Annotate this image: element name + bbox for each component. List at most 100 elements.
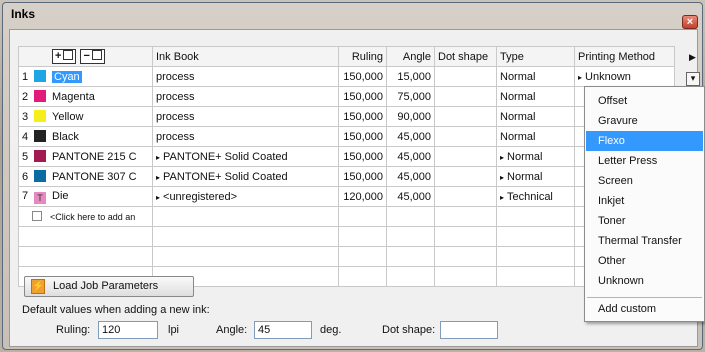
angle-cell[interactable]: 45,000 — [386, 186, 435, 207]
ruling-cell[interactable]: 150,000 — [338, 146, 387, 167]
type-cell[interactable]: Normal — [496, 66, 575, 87]
dot-shape-cell[interactable] — [434, 166, 497, 187]
expand-arrow-icon[interactable]: ▸ — [156, 153, 160, 162]
close-button[interactable]: × — [682, 15, 698, 29]
type-cell[interactable]: ▸ Normal — [496, 146, 575, 167]
table-header-row: + − Ink Book Ruling Angle Dot shape Type… — [18, 46, 675, 67]
ink-row-number: 4 — [22, 131, 29, 143]
column-header-ruling[interactable]: Ruling — [338, 46, 387, 67]
menu-item-add-custom[interactable]: Add custom — [586, 299, 703, 319]
expand-arrow-icon[interactable]: ▸ — [156, 193, 160, 202]
ink-row[interactable]: 3 Yellow process 150,000 90,000 Normal — [18, 106, 675, 127]
expand-arrow-icon[interactable]: ▸ — [578, 73, 582, 82]
ruling-cell[interactable]: 120,000 — [338, 186, 387, 207]
ink-row[interactable]: 2 Magenta process 150,000 75,000 Normal — [18, 86, 675, 107]
ink-name[interactable]: Yellow — [52, 111, 83, 123]
add-ink-button[interactable]: + — [52, 49, 77, 64]
menu-item-gravure[interactable]: Gravure — [586, 111, 703, 131]
dot-shape-cell[interactable] — [434, 146, 497, 167]
column-header-type[interactable]: Type — [496, 46, 575, 67]
expand-arrow-icon[interactable]: ▸ — [500, 173, 504, 182]
ink-name[interactable]: Die — [52, 190, 69, 202]
printing-method-dropdown-button[interactable]: ▾ — [686, 72, 700, 86]
ink-row[interactable]: 1 Cyan process 150,000 15,000 Normal ▸ Unknown — [18, 66, 675, 87]
dot-shape-cell[interactable] — [434, 106, 497, 127]
column-header-printing-method[interactable]: Printing Method — [574, 46, 675, 67]
add-ink-row[interactable]: <Click here to add an — [18, 206, 675, 227]
default-angle-input[interactable]: 45 — [254, 321, 312, 339]
ink-row[interactable]: 7 T Die ▸ <unregistered> 120,000 45,000 ▸ Techni… — [18, 186, 675, 207]
remove-ink-button[interactable]: − — [80, 49, 105, 64]
ink-row[interactable]: 5 PANTONE 215 C ▸ PANTONE+ Solid Coated 150,… — [18, 146, 675, 167]
ink-book-cell[interactable]: process — [152, 126, 339, 147]
expand-arrow-icon[interactable]: ▸ — [156, 173, 160, 182]
ink-name[interactable]: PANTONE 215 C — [52, 151, 137, 163]
angle-cell[interactable]: 45,000 — [386, 126, 435, 147]
inks-table: + − Ink Book Ruling Angle Dot shape Type… — [18, 46, 675, 287]
add-ink-checkbox[interactable] — [32, 210, 42, 221]
menu-item-unknown[interactable]: Unknown — [586, 271, 703, 291]
ink-row[interactable]: 4 Black process 150,000 45,000 Normal — [18, 126, 675, 147]
ink-name[interactable]: Cyan — [52, 71, 82, 83]
default-ruling-input[interactable]: 120 — [98, 321, 158, 339]
ink-name[interactable]: Magenta — [52, 91, 95, 103]
default-dot-shape-input[interactable] — [440, 321, 498, 339]
type-cell[interactable]: Normal — [496, 86, 575, 107]
menu-item-toner[interactable]: Toner — [586, 211, 703, 231]
ink-book-cell[interactable]: process — [152, 86, 339, 107]
ink-row-number: 3 — [22, 111, 29, 123]
printing-method-cell[interactable]: ▸ Unknown — [574, 66, 675, 87]
ink-row[interactable]: 6 PANTONE 307 C ▸ PANTONE+ Solid Coated 150,… — [18, 166, 675, 187]
menu-item-flexo[interactable]: Flexo — [586, 131, 703, 151]
column-header-ink-book[interactable]: Ink Book — [152, 46, 339, 67]
load-job-parameters-button[interactable]: ⚡ Load Job Parameters — [24, 276, 194, 297]
expand-arrow-icon[interactable]: ▸ — [500, 193, 504, 202]
ruling-cell[interactable]: 150,000 — [338, 166, 387, 187]
printing-method-value: Unknown — [585, 70, 631, 83]
menu-item-letter-press[interactable]: Letter Press — [586, 151, 703, 171]
scroll-right-icon[interactable]: ▶ — [689, 52, 696, 63]
ink-book-cell[interactable]: ▸ PANTONE+ Solid Coated — [152, 146, 339, 167]
ink-book-value: PANTONE+ Solid Coated — [163, 170, 288, 183]
ink-book-cell[interactable]: process — [152, 106, 339, 127]
menu-item-thermal-transfer[interactable]: Thermal Transfer — [586, 231, 703, 251]
angle-cell[interactable]: 45,000 — [386, 146, 435, 167]
window-title: Inks — [11, 7, 36, 21]
menu-item-screen[interactable]: Screen — [586, 171, 703, 191]
ink-row-number: 1 — [22, 71, 29, 83]
ink-color-swatch — [34, 90, 46, 102]
type-cell[interactable]: ▸ Technical — [496, 186, 575, 207]
ink-name[interactable]: PANTONE 307 C — [52, 171, 137, 183]
dot-shape-cell[interactable] — [434, 126, 497, 147]
ruling-cell[interactable]: 150,000 — [338, 66, 387, 87]
ink-row-number: 2 — [22, 91, 29, 103]
type-value: Normal — [507, 150, 543, 163]
ink-book-cell[interactable]: ▸ <unregistered> — [152, 186, 339, 207]
ruling-cell[interactable]: 150,000 — [338, 86, 387, 107]
angle-cell[interactable]: 15,000 — [386, 66, 435, 87]
ink-book-value: <unregistered> — [163, 190, 238, 203]
expand-arrow-icon[interactable]: ▸ — [500, 153, 504, 162]
column-header-dot-shape[interactable]: Dot shape — [434, 46, 497, 67]
ruling-unit: lpi — [168, 324, 180, 336]
type-cell[interactable]: ▸ Normal — [496, 166, 575, 187]
angle-cell[interactable]: 45,000 — [386, 166, 435, 187]
menu-item-other[interactable]: Other — [586, 251, 703, 271]
type-cell[interactable]: Normal — [496, 106, 575, 127]
dot-shape-cell[interactable] — [434, 86, 497, 107]
ink-book-cell[interactable]: process — [152, 66, 339, 87]
ruling-cell[interactable]: 150,000 — [338, 106, 387, 127]
ink-book-cell[interactable]: ▸ PANTONE+ Solid Coated — [152, 166, 339, 187]
type-value: Normal — [500, 130, 536, 143]
menu-item-inkjet[interactable]: Inkjet — [586, 191, 703, 211]
dot-shape-cell[interactable] — [434, 66, 497, 87]
dot-shape-cell[interactable] — [434, 186, 497, 207]
type-cell[interactable]: Normal — [496, 126, 575, 147]
angle-cell[interactable]: 75,000 — [386, 86, 435, 107]
ruling-cell[interactable]: 150,000 — [338, 126, 387, 147]
column-header-angle[interactable]: Angle — [386, 46, 435, 67]
menu-item-offset[interactable]: Offset — [586, 91, 703, 111]
angle-cell[interactable]: 90,000 — [386, 106, 435, 127]
close-icon: × — [686, 16, 694, 28]
ink-name[interactable]: Black — [52, 131, 79, 143]
